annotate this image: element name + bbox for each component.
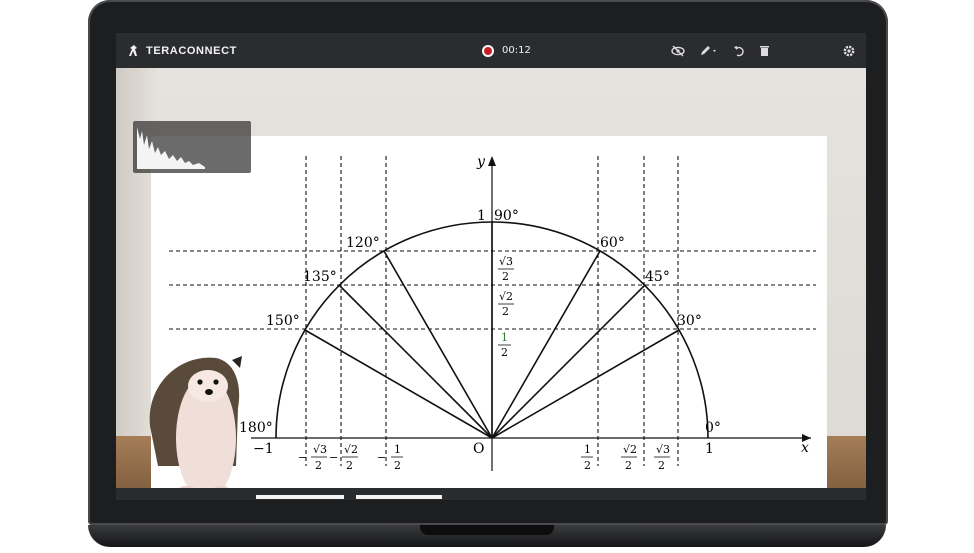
angle-135: 135° xyxy=(303,269,337,285)
audio-waveform-panel xyxy=(133,121,251,173)
angle-30: 30° xyxy=(677,313,702,329)
hedgehog-avatar xyxy=(138,346,248,500)
angle-120: 120° xyxy=(346,235,380,251)
left-one-label: −1 xyxy=(253,441,274,457)
unit-circle-diagram: x y O −1 1 1 0° 30° 45° 60° 90° 120° 135… xyxy=(169,154,816,472)
x-axis-label: x xyxy=(801,440,809,456)
settings-button[interactable] xyxy=(842,33,856,68)
frac-sqrt2-num: √2 xyxy=(499,290,513,303)
frac-sqrt2-den: 2 xyxy=(502,305,509,318)
trash-icon[interactable] xyxy=(759,45,770,57)
neg-sqrt3-num: √3 xyxy=(313,443,327,456)
brand-name: TERACONNECT xyxy=(146,44,237,57)
gear-icon[interactable] xyxy=(842,44,856,58)
drawing-tools xyxy=(671,33,770,68)
pos-half-den: 2 xyxy=(584,459,591,472)
y-axis-label: y xyxy=(476,154,486,170)
laptop-notch xyxy=(420,525,554,535)
record-icon[interactable] xyxy=(482,44,494,57)
frac-half-num: 1 xyxy=(501,331,508,344)
bottom-mark-right xyxy=(356,495,442,499)
bottom-bar xyxy=(116,488,866,500)
angle-45: 45° xyxy=(645,269,670,285)
angle-150: 150° xyxy=(266,313,300,329)
pos-sqrt3-num: √3 xyxy=(656,443,670,456)
pos-sqrt2-num: √2 xyxy=(623,443,637,456)
origin-label: O xyxy=(473,441,484,457)
angle-60: 60° xyxy=(600,235,625,251)
neg-half-num: 1 xyxy=(394,443,401,456)
right-one-label: 1 xyxy=(705,441,714,457)
neg-sqrt3-den: 2 xyxy=(315,459,322,472)
pen-icon[interactable] xyxy=(699,45,719,57)
y-axis-fractions: √3 2 √2 2 1 2 xyxy=(498,255,514,359)
neg-sqrt2-num: √2 xyxy=(344,443,358,456)
app-screen: TERACONNECT 00:12 x y O −1 1 1 0° 30° 45… xyxy=(116,33,866,500)
neg-half-den: 2 xyxy=(394,459,401,472)
angle-0: 0° xyxy=(705,420,721,436)
top-one-label: 1 xyxy=(477,208,486,224)
recording-status[interactable]: 00:12 xyxy=(482,33,531,68)
angle-90: 90° xyxy=(494,208,519,224)
frac-half-den: 2 xyxy=(501,346,508,359)
undo-icon[interactable] xyxy=(733,45,745,57)
hedgehog-logo-icon xyxy=(129,44,137,56)
neg-sqrt2-den: 2 xyxy=(346,459,353,472)
whiteboard: x y O −1 1 1 0° 30° 45° 60° 90° 120° 135… xyxy=(151,136,827,492)
virtual-room: x y O −1 1 1 0° 30° 45° 60° 90° 120° 135… xyxy=(116,68,866,500)
brand: TERACONNECT xyxy=(128,33,237,68)
frac-sqrt3-den: 2 xyxy=(502,270,509,283)
neg-half-minus: − xyxy=(377,451,386,464)
frac-sqrt3-num: √3 xyxy=(499,255,513,268)
pos-half-num: 1 xyxy=(584,443,591,456)
record-timer: 00:12 xyxy=(502,45,531,56)
neg-sqrt3-minus: − xyxy=(298,451,307,464)
top-toolbar: TERACONNECT 00:12 xyxy=(116,33,866,68)
neg-sqrt2-minus: − xyxy=(329,451,338,464)
pos-sqrt3-den: 2 xyxy=(658,459,665,472)
bottom-mark-left xyxy=(256,495,344,499)
pos-sqrt2-den: 2 xyxy=(625,459,632,472)
eye-off-icon[interactable] xyxy=(671,45,685,57)
